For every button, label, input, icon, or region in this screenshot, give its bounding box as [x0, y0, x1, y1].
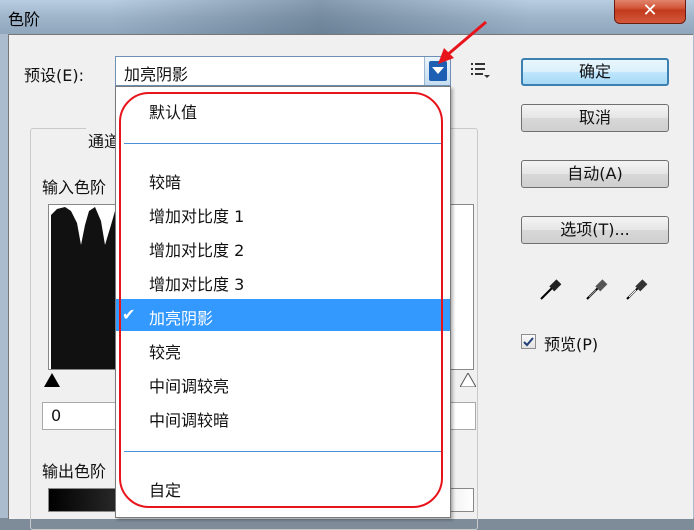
red-annotation-arrow-icon [430, 18, 490, 72]
eyedropper-gray-icon[interactable] [584, 276, 610, 306]
input-levels-label: 输入色阶 [42, 178, 107, 197]
white-point-slider[interactable] [459, 371, 477, 391]
preset-label: 预设(E): [24, 66, 84, 85]
cancel-button[interactable]: 取消 [521, 104, 669, 132]
eyedropper-white-icon[interactable] [624, 276, 650, 306]
input-black-field[interactable]: 0 [42, 402, 118, 430]
options-button-label: 选项(T)... [560, 220, 630, 239]
black-point-slider[interactable] [44, 372, 60, 391]
title-bar: 色阶 ✕ [0, 0, 694, 34]
histogram-shape [51, 207, 119, 369]
auto-button[interactable]: 自动(A) [521, 160, 669, 188]
auto-button-label: 自动(A) [567, 164, 623, 183]
preview-checkbox[interactable] [521, 334, 536, 349]
output-levels-label: 输出色阶 [42, 462, 107, 481]
input-black-value: 0 [51, 406, 62, 425]
eyedropper-black-icon[interactable] [538, 276, 564, 306]
ok-button[interactable]: 确定 [521, 58, 669, 86]
close-button[interactable]: ✕ [614, 0, 686, 24]
preview-label: 预览(P) [544, 335, 599, 354]
preset-value: 加亮阴影 [124, 65, 189, 84]
preset-combobox[interactable]: 加亮阴影 [115, 56, 451, 86]
red-highlight-annotation [119, 92, 443, 508]
window-title: 色阶 [8, 10, 41, 29]
options-button[interactable]: 选项(T)... [521, 216, 669, 244]
close-icon: ✕ [642, 0, 658, 21]
